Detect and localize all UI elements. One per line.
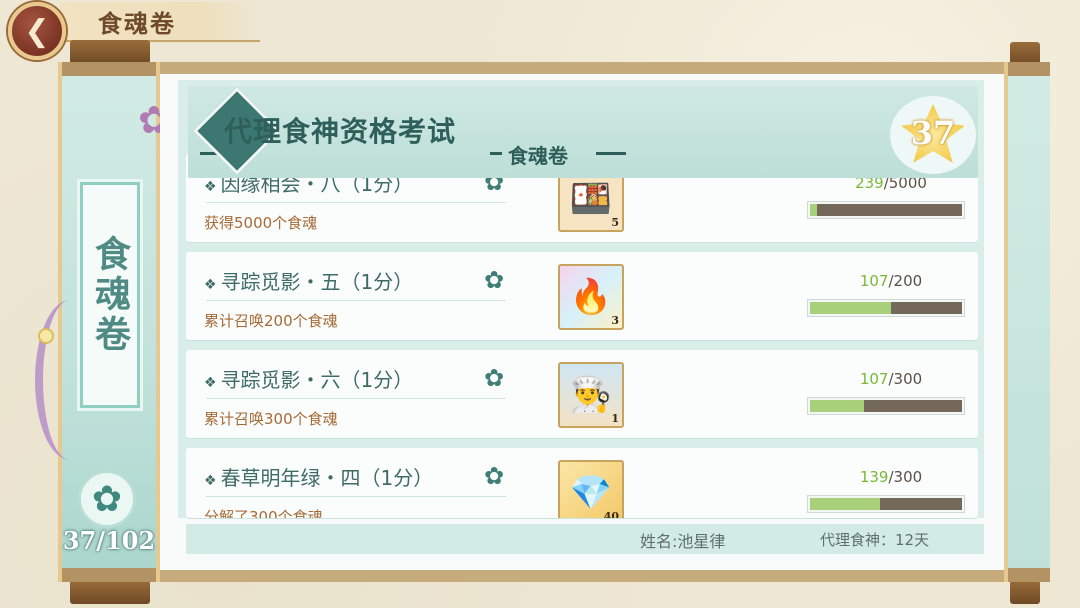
task-desc: 累计召唤300个食魂 (204, 410, 338, 428)
progress-fill (810, 400, 865, 412)
progress-total: /300 (888, 468, 923, 486)
progress-done: 107 (859, 272, 889, 290)
bullet-icon: ❖ (204, 375, 217, 391)
reward-glyph: 🍱 (569, 179, 613, 219)
collection-progress: 37/102 (62, 526, 156, 555)
progress-fill (810, 302, 892, 314)
right-scroll-panel (1004, 62, 1050, 582)
progress-bar (808, 300, 964, 316)
task-name: ❖ 寻踪觅影・六（1分） (204, 364, 413, 393)
crystal-shard-icon[interactable]: 💎 40 (558, 460, 624, 518)
reward-count: 3 (611, 314, 619, 327)
score-number: 37 (910, 114, 956, 152)
task-name: ❖ 寻踪觅影・五（1分） (204, 266, 413, 295)
divider (206, 398, 506, 399)
reward-count: 40 (603, 510, 619, 518)
task-row[interactable]: ❖ 寻踪觅影・六（1分） ✿ 累计召唤300个食魂 👨‍🍳 1 107/300 (186, 350, 978, 438)
progress-bar (808, 398, 964, 414)
progress-done: 107 (859, 370, 889, 388)
reward-glyph: 🔥 (569, 277, 613, 317)
task-name-text: 春草明年绿・四（1分） (220, 466, 434, 490)
header-line-mid (490, 152, 502, 155)
task-desc: 分解了300个食魂 (204, 508, 323, 518)
bullet-icon: ❖ (204, 473, 217, 489)
page-title: 食魂卷 (98, 9, 176, 38)
reward-count: 1 (611, 412, 619, 425)
fire-spirit-card-icon[interactable]: 🔥 3 (558, 264, 624, 330)
divider (206, 496, 506, 497)
task-row[interactable]: ❖ 春草明年绿・四（1分） ✿ 分解了300个食魂 💎 40 139/300 (186, 448, 978, 518)
progress-done: 139 (859, 468, 889, 486)
progress-bar (808, 496, 964, 512)
task-name-text: 寻踪觅影・五（1分） (220, 270, 414, 294)
task-name: ❖ 春草明年绿・四（1分） (204, 462, 433, 491)
vertical-title: 食魂卷 (89, 235, 131, 355)
progress-text: 139/300 (816, 468, 966, 486)
reward-count: 5 (611, 216, 619, 229)
exam-subtitle: 食魂卷 (508, 144, 568, 168)
agent-days: 代理食神：12天 (820, 531, 930, 549)
scroll-rod-top-left (70, 40, 150, 64)
divider (206, 300, 506, 301)
progress-text: 107/200 (816, 272, 966, 290)
reward-glyph: 👨‍🍳 (569, 375, 613, 415)
flower-icon: ✿ (484, 364, 505, 392)
player-name: 姓名:池星律 (640, 532, 726, 551)
header-line-right (596, 152, 626, 155)
back-arrow-icon: ❮ (24, 13, 50, 49)
bullet-icon: ❖ (204, 277, 217, 293)
task-row[interactable]: ❖ 寻踪觅影・五（1分） ✿ 累计召唤200个食魂 🔥 3 107/200 (186, 252, 978, 340)
task-desc: 获得5000个食魂 (204, 214, 318, 232)
flower-icon: ✿ (484, 462, 505, 490)
progress-bar (808, 202, 964, 218)
sakura-flower-icon: ✿ (78, 470, 136, 528)
back-button[interactable]: ❮ (8, 2, 66, 60)
exam-title: 代理食神资格考试 (224, 115, 457, 148)
progress-fill (810, 204, 818, 216)
task-name-text: 寻踪觅影・六（1分） (220, 368, 414, 392)
scroll-rod-bottom-right (1010, 580, 1040, 604)
divider (206, 202, 506, 203)
bullet-icon: ❖ (204, 179, 217, 195)
vertical-title-box: 食魂卷 (80, 182, 140, 408)
progress-fill (810, 498, 881, 510)
chef-character-portrait-icon[interactable]: 👨‍🍳 1 (558, 362, 624, 428)
progress-text: 107/300 (816, 370, 966, 388)
flower-icon: ✿ (484, 266, 505, 294)
scroll-rod-bottom-left (70, 580, 150, 604)
task-desc: 累计召唤200个食魂 (204, 312, 338, 330)
reward-glyph: 💎 (569, 473, 613, 513)
progress-total: /200 (888, 272, 923, 290)
progress-total: /300 (888, 370, 923, 388)
ribbon-pin (38, 328, 54, 344)
